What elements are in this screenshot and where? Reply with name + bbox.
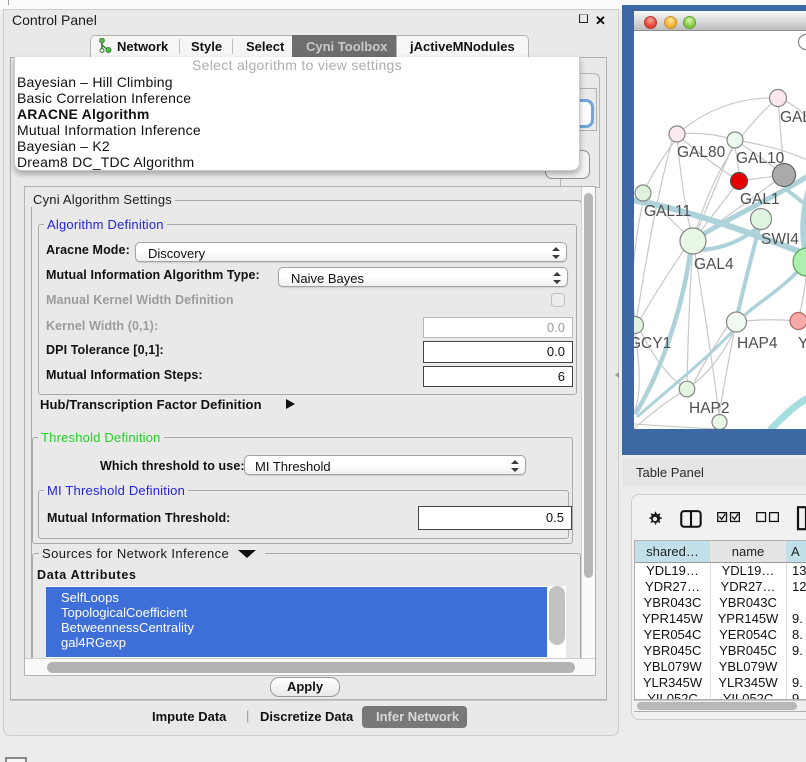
svg-text:GAL1: GAL1 <box>740 191 780 208</box>
svg-text:GAL4: GAL4 <box>694 256 734 273</box>
svg-text:Y: Y <box>798 335 806 352</box>
svg-text:HAP4: HAP4 <box>737 335 778 352</box>
svg-text:GAL7: GAL7 <box>780 109 806 126</box>
svg-text:SWI4: SWI4 <box>761 231 799 248</box>
svg-text:HAP2: HAP2 <box>689 400 730 417</box>
svg-text:GCY1: GCY1 <box>634 335 671 352</box>
svg-text:GAL10: GAL10 <box>736 150 785 167</box>
svg-text:GAL80: GAL80 <box>677 144 726 161</box>
svg-text:GAL11: GAL11 <box>644 203 691 220</box>
